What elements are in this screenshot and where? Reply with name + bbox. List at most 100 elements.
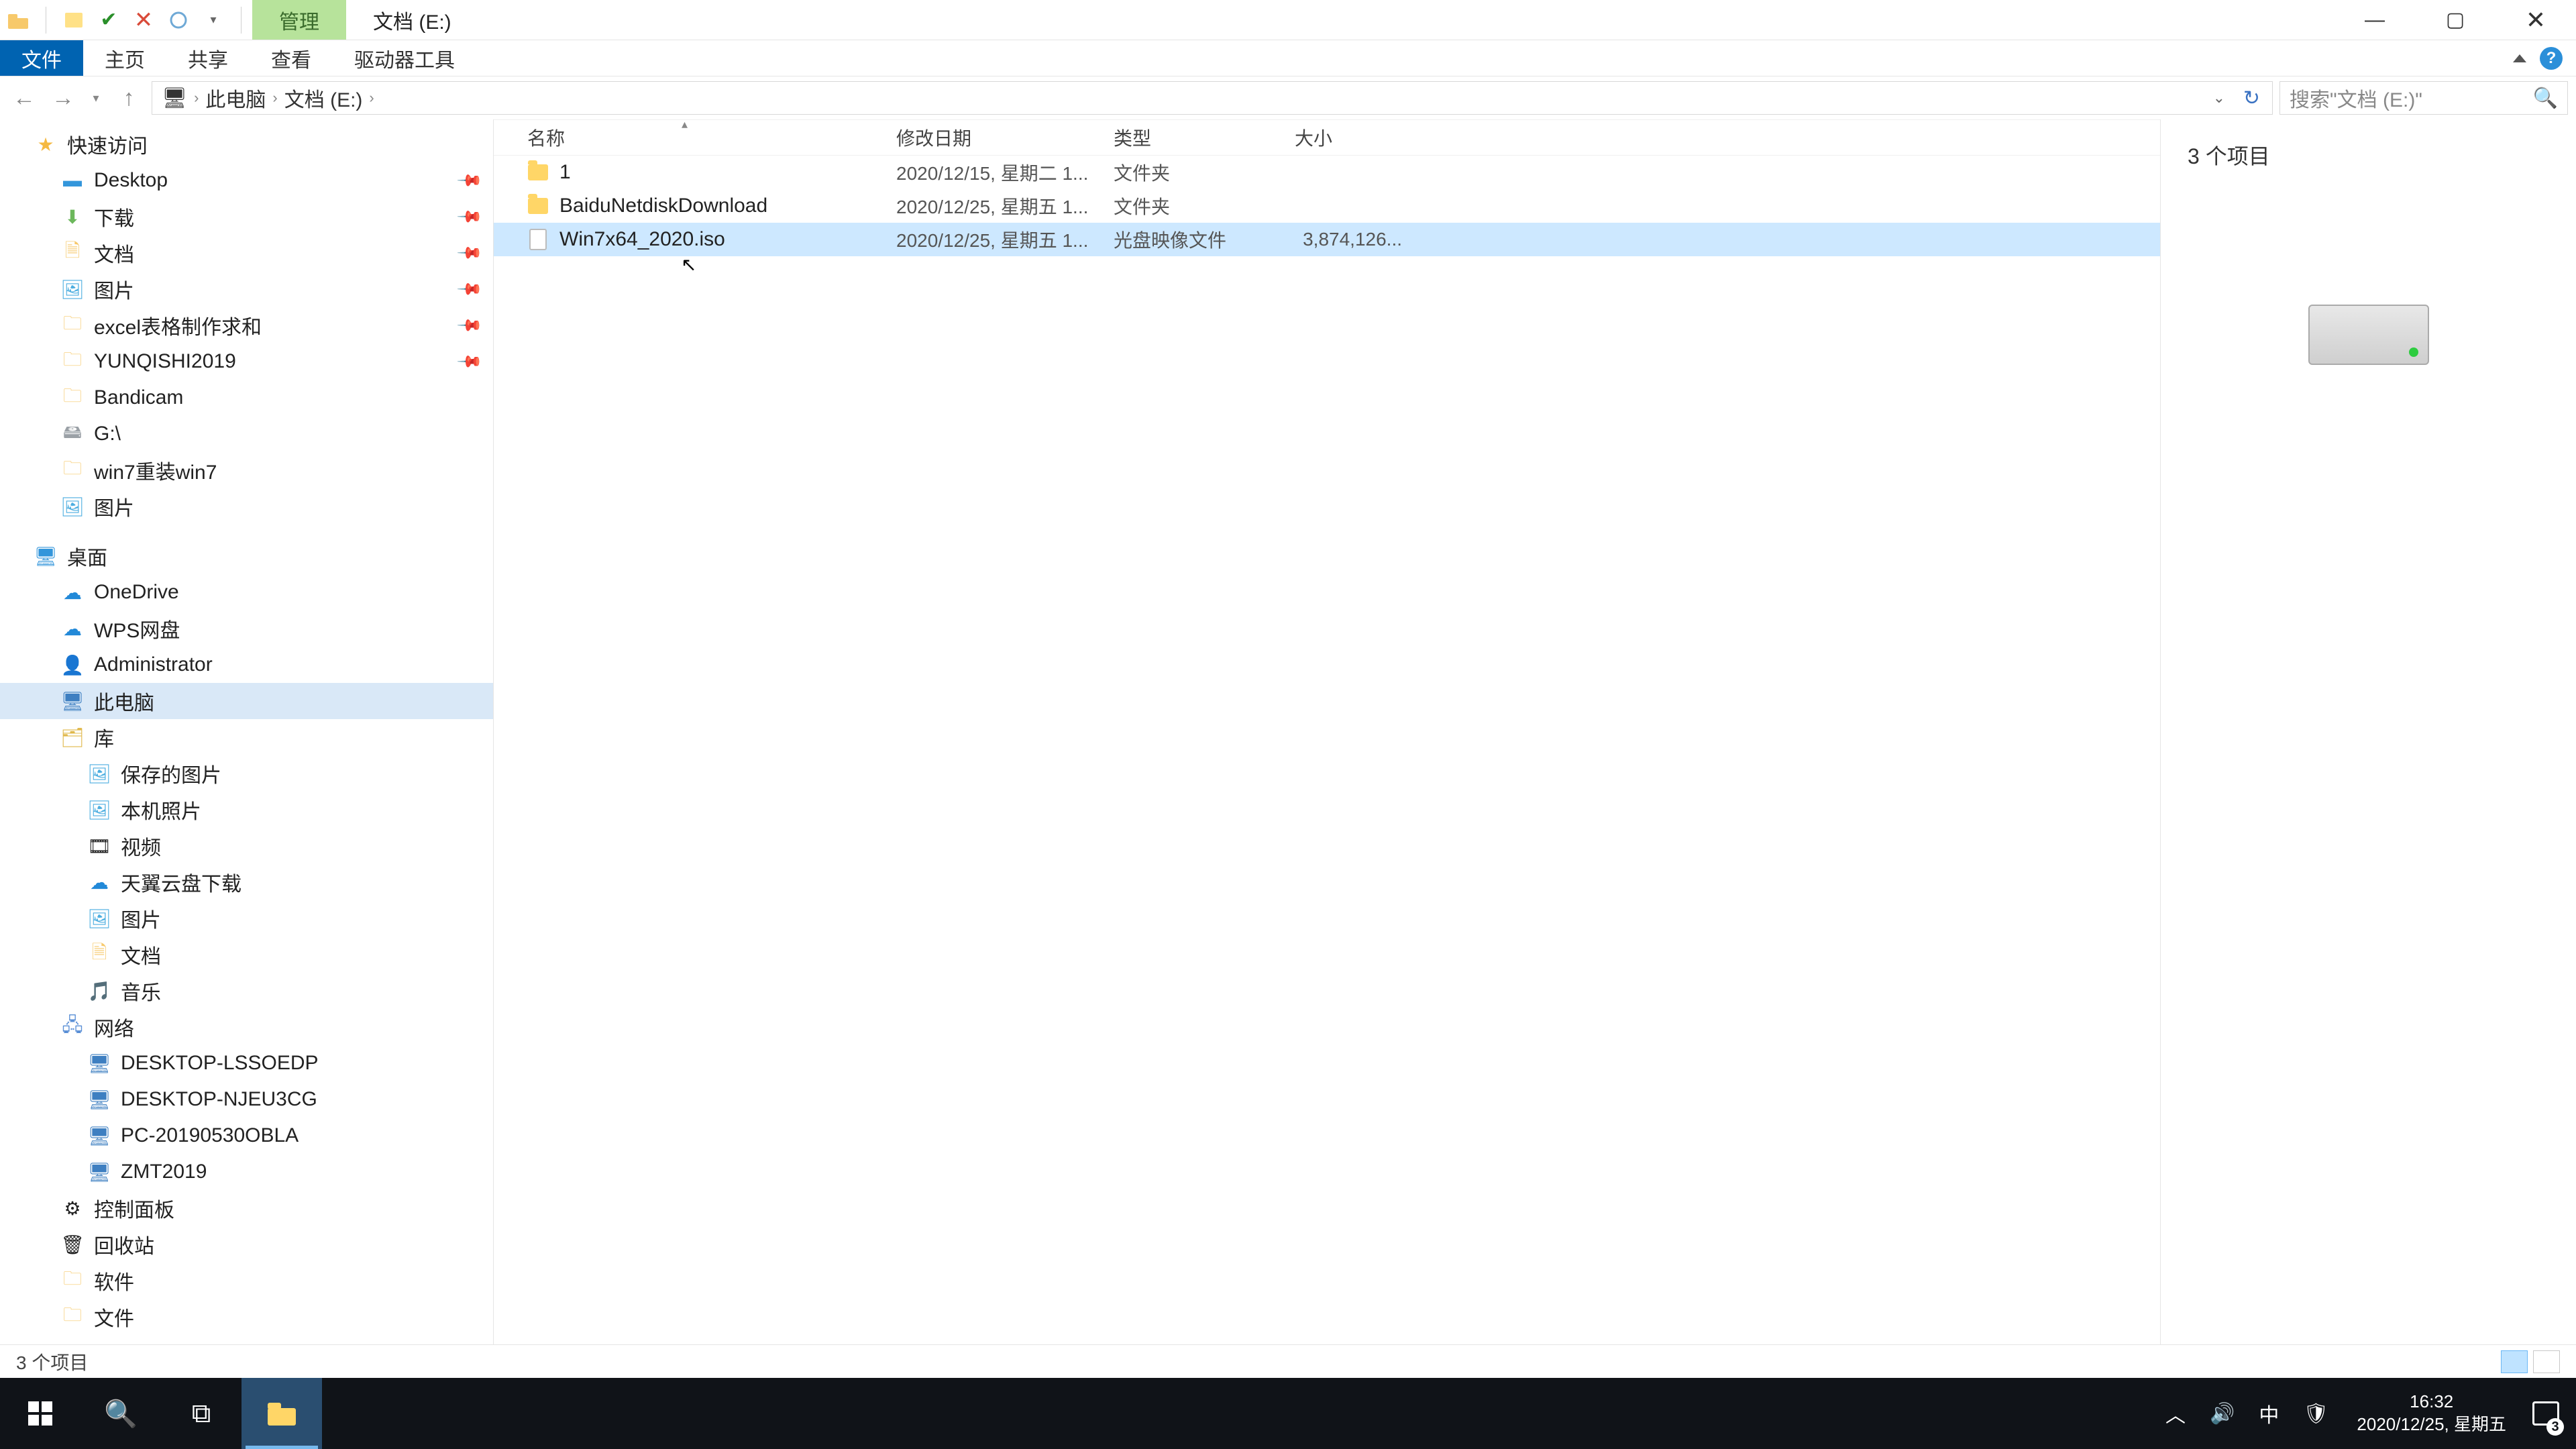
nav-network-item[interactable]: 🖥ZMT2019 xyxy=(0,1154,493,1190)
nav-network-item[interactable]: 🖥DESKTOP-NJEU3CG xyxy=(0,1081,493,1118)
window-controls: — ▢ ✕ xyxy=(2334,0,2576,40)
nav-quick-item[interactable]: 🗀YUNQISHI2019📌 xyxy=(0,343,493,380)
control-panel-icon: ⚙ xyxy=(60,1196,85,1220)
nav-lib-item[interactable]: 🗎文档 xyxy=(0,936,493,973)
nav-network-item[interactable]: 🖥DESKTOP-LSSOEDP xyxy=(0,1045,493,1081)
ime-indicator[interactable]: 中 xyxy=(2247,1378,2291,1449)
navigation-pane[interactable]: ★快速访问 ▬Desktop📌 ⬇下载📌 🗎文档📌 🖼图片📌 🗀excel表格制… xyxy=(0,119,494,1344)
nav-desktop-item[interactable]: ☁WPS网盘 xyxy=(0,610,493,647)
action-center-button[interactable]: 3 xyxy=(2522,1378,2569,1449)
nav-quick-item[interactable]: 🗀excel表格制作求和📌 xyxy=(0,307,493,343)
qat-new-folder-icon[interactable] xyxy=(62,9,85,32)
tab-view[interactable]: 查看 xyxy=(250,40,333,76)
nav-desktop[interactable]: 🖥桌面 xyxy=(0,538,493,574)
refresh-icon[interactable]: ↻ xyxy=(2243,87,2260,110)
nav-lib-item[interactable]: ☁天翼云盘下载 xyxy=(0,864,493,900)
nav-label: Desktop xyxy=(94,169,168,192)
nav-label: Administrator xyxy=(94,653,213,676)
nav-folder-item[interactable]: 🗀文件 xyxy=(0,1299,493,1335)
back-button[interactable]: ← xyxy=(8,82,40,114)
tab-home[interactable]: 主页 xyxy=(83,40,166,76)
nav-this-pc[interactable]: 🖥此电脑 xyxy=(0,683,493,719)
nav-quick-access[interactable]: ★快速访问 xyxy=(0,126,493,162)
column-date[interactable]: 修改日期 xyxy=(896,124,1114,151)
nav-label: 回收站 xyxy=(94,1230,154,1259)
file-row-selected[interactable]: Win7x64_2020.iso 2020/12/25, 星期五 1... 光盘… xyxy=(494,223,2160,256)
tab-share[interactable]: 共享 xyxy=(166,40,250,76)
clock[interactable]: 16:32 2020/12/25, 星期五 xyxy=(2341,1391,2522,1436)
nav-control-panel[interactable]: ⚙控制面板 xyxy=(0,1190,493,1226)
nav-recycle-bin[interactable]: 🗑回收站 xyxy=(0,1226,493,1263)
title-bar: ✔ ✕ ▾ 管理 文档 (E:) — ▢ ✕ xyxy=(0,0,2576,40)
maximize-button[interactable]: ▢ xyxy=(2415,0,2496,40)
folder-icon: 🗀 xyxy=(60,458,85,482)
breadcrumb-drive[interactable]: 文档 (E:) xyxy=(284,83,363,113)
nav-quick-item[interactable]: ⬇下载📌 xyxy=(0,199,493,235)
nav-lib-item[interactable]: 🖼本机照片 xyxy=(0,792,493,828)
address-bar[interactable]: 🖥 › 此电脑 › 文档 (E:) › ⌄ ↻ xyxy=(152,81,2273,115)
file-row[interactable]: 1 2020/12/15, 星期二 1... 文件夹 xyxy=(494,156,2160,189)
close-button[interactable]: ✕ xyxy=(2496,0,2576,40)
search-button[interactable]: 🔍 xyxy=(80,1378,161,1449)
start-button[interactable] xyxy=(0,1378,80,1449)
minimize-button[interactable]: — xyxy=(2334,0,2415,40)
up-button[interactable]: ↑ xyxy=(113,82,145,114)
pc-icon: 🖥 xyxy=(162,87,187,110)
volume-icon[interactable]: 🔊 xyxy=(2198,1378,2247,1449)
tab-drive-tools[interactable]: 驱动器工具 xyxy=(333,40,476,76)
nav-lib-item[interactable]: 🎵音乐 xyxy=(0,973,493,1009)
nav-label: Bandicam xyxy=(94,386,183,409)
column-name[interactable]: ▴名称 xyxy=(494,124,896,151)
qat-dropdown-icon[interactable]: ▾ xyxy=(202,9,225,32)
nav-quick-item[interactable]: 🖼图片 xyxy=(0,488,493,525)
qat-properties-icon[interactable] xyxy=(167,9,190,32)
contextual-tab-manage[interactable]: 管理 xyxy=(252,0,346,40)
pin-icon: 📌 xyxy=(455,203,484,231)
chevron-right-icon[interactable]: › xyxy=(194,89,199,107)
tab-file[interactable]: 文件 xyxy=(0,40,83,76)
ribbon-collapse-icon[interactable] xyxy=(2513,54,2526,62)
qat-check-icon[interactable]: ✔ xyxy=(97,9,120,32)
security-icon[interactable]: 🛡 xyxy=(2291,1378,2341,1449)
tray-overflow-icon[interactable]: ︿ xyxy=(2153,1378,2198,1449)
nav-label: 天翼云盘下载 xyxy=(121,867,241,897)
nav-desktop-item[interactable]: ☁OneDrive xyxy=(0,574,493,610)
video-icon: 🎞 xyxy=(87,834,111,858)
breadcrumb-pc[interactable]: 此电脑 xyxy=(205,83,266,113)
forward-button[interactable]: → xyxy=(47,82,79,114)
chevron-right-icon[interactable]: › xyxy=(272,89,277,107)
app-icon[interactable] xyxy=(7,9,30,32)
nav-network[interactable]: 🖧网络 xyxy=(0,1009,493,1045)
nav-label: WPS网盘 xyxy=(94,614,180,643)
nav-libraries[interactable]: 🗂库 xyxy=(0,719,493,755)
nav-quick-item[interactable]: 🖴G:\ xyxy=(0,416,493,452)
file-row[interactable]: BaiduNetdiskDownload 2020/12/25, 星期五 1..… xyxy=(494,189,2160,223)
nav-quick-item[interactable]: ▬Desktop📌 xyxy=(0,162,493,199)
search-icon[interactable]: 🔍 xyxy=(2533,87,2558,110)
file-rows[interactable]: 1 2020/12/15, 星期二 1... 文件夹 BaiduNetdiskD… xyxy=(494,156,2160,1344)
history-dropdown-icon[interactable]: ▾ xyxy=(86,82,106,114)
column-size[interactable]: 大小 xyxy=(1295,124,1402,151)
file-explorer-taskbar-icon[interactable] xyxy=(241,1378,322,1449)
nav-quick-item[interactable]: 🗀Bandicam xyxy=(0,380,493,416)
nav-lib-item[interactable]: 🖼图片 xyxy=(0,900,493,936)
nav-desktop-item[interactable]: 👤Administrator xyxy=(0,647,493,683)
column-type[interactable]: 类型 xyxy=(1114,124,1295,151)
nav-label: PC-20190530OBLA xyxy=(121,1124,299,1147)
nav-network-item[interactable]: 🖥PC-20190530OBLA xyxy=(0,1118,493,1154)
nav-lib-item[interactable]: 🖼保存的图片 xyxy=(0,755,493,792)
qat-close-icon[interactable]: ✕ xyxy=(132,9,155,32)
pin-icon: 📌 xyxy=(455,311,484,339)
details-view-button[interactable] xyxy=(2501,1350,2528,1373)
icons-view-button[interactable] xyxy=(2533,1350,2560,1373)
nav-quick-item[interactable]: 🖼图片📌 xyxy=(0,271,493,307)
help-icon[interactable]: ? xyxy=(2540,47,2563,70)
nav-quick-item[interactable]: 🗎文档📌 xyxy=(0,235,493,271)
chevron-right-icon[interactable]: › xyxy=(369,89,374,107)
search-input[interactable]: 搜索"文档 (E:)" 🔍 xyxy=(2279,81,2568,115)
task-view-button[interactable]: ⧉ xyxy=(161,1378,241,1449)
address-dropdown-icon[interactable]: ⌄ xyxy=(2213,89,2225,107)
nav-lib-item[interactable]: 🎞视频 xyxy=(0,828,493,864)
nav-quick-item[interactable]: 🗀win7重装win7 xyxy=(0,452,493,488)
nav-folder-item[interactable]: 🗀软件 xyxy=(0,1263,493,1299)
